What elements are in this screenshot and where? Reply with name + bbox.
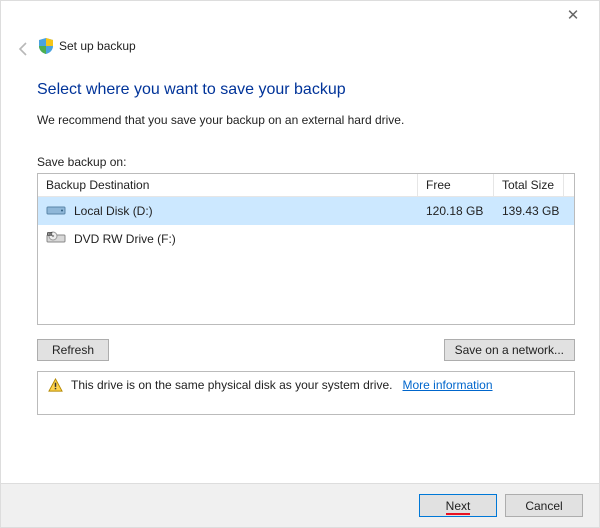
destination-list[interactable]: Backup Destination Free Space Total Size… <box>37 173 575 325</box>
column-headers: Backup Destination Free Space Total Size <box>38 174 574 197</box>
recommendation-text: We recommend that you save your backup o… <box>37 113 575 127</box>
cancel-button[interactable]: Cancel <box>505 494 583 517</box>
save-on-label: Save backup on: <box>37 155 575 169</box>
col-free-space[interactable]: Free Space <box>418 174 494 196</box>
next-button[interactable]: Next <box>419 494 497 517</box>
destination-free: 120.18 GB <box>426 204 483 218</box>
hdd-icon <box>46 202 66 221</box>
save-on-network-button[interactable]: Save on a network... <box>444 339 575 361</box>
destination-total: 139.43 GB <box>502 204 559 218</box>
dialog-footer: Next Cancel <box>1 483 599 527</box>
close-button[interactable]: ✕ <box>557 7 589 27</box>
destination-name: Local Disk (D:) <box>74 204 153 218</box>
warning-box: This drive is on the same physical disk … <box>37 371 575 415</box>
window-title: Set up backup <box>59 39 136 53</box>
next-button-label: Next <box>446 499 471 515</box>
shield-icon <box>37 37 55 55</box>
col-total-size[interactable]: Total Size <box>494 174 564 196</box>
destination-row[interactable]: DVD DVD RW Drive (F:) <box>38 225 574 253</box>
warning-text: This drive is on the same physical disk … <box>71 378 392 392</box>
svg-text:DVD: DVD <box>48 232 55 236</box>
dvd-drive-icon: DVD <box>46 230 66 249</box>
refresh-button[interactable]: Refresh <box>37 339 109 361</box>
destination-row[interactable]: Local Disk (D:) 120.18 GB 139.43 GB <box>38 197 574 225</box>
more-information-link[interactable]: More information <box>402 378 492 392</box>
page-heading: Select where you want to save your backu… <box>37 81 575 99</box>
destination-name: DVD RW Drive (F:) <box>74 232 176 246</box>
col-destination[interactable]: Backup Destination <box>38 174 418 196</box>
warning-icon <box>48 378 63 396</box>
back-button[interactable] <box>13 39 33 59</box>
